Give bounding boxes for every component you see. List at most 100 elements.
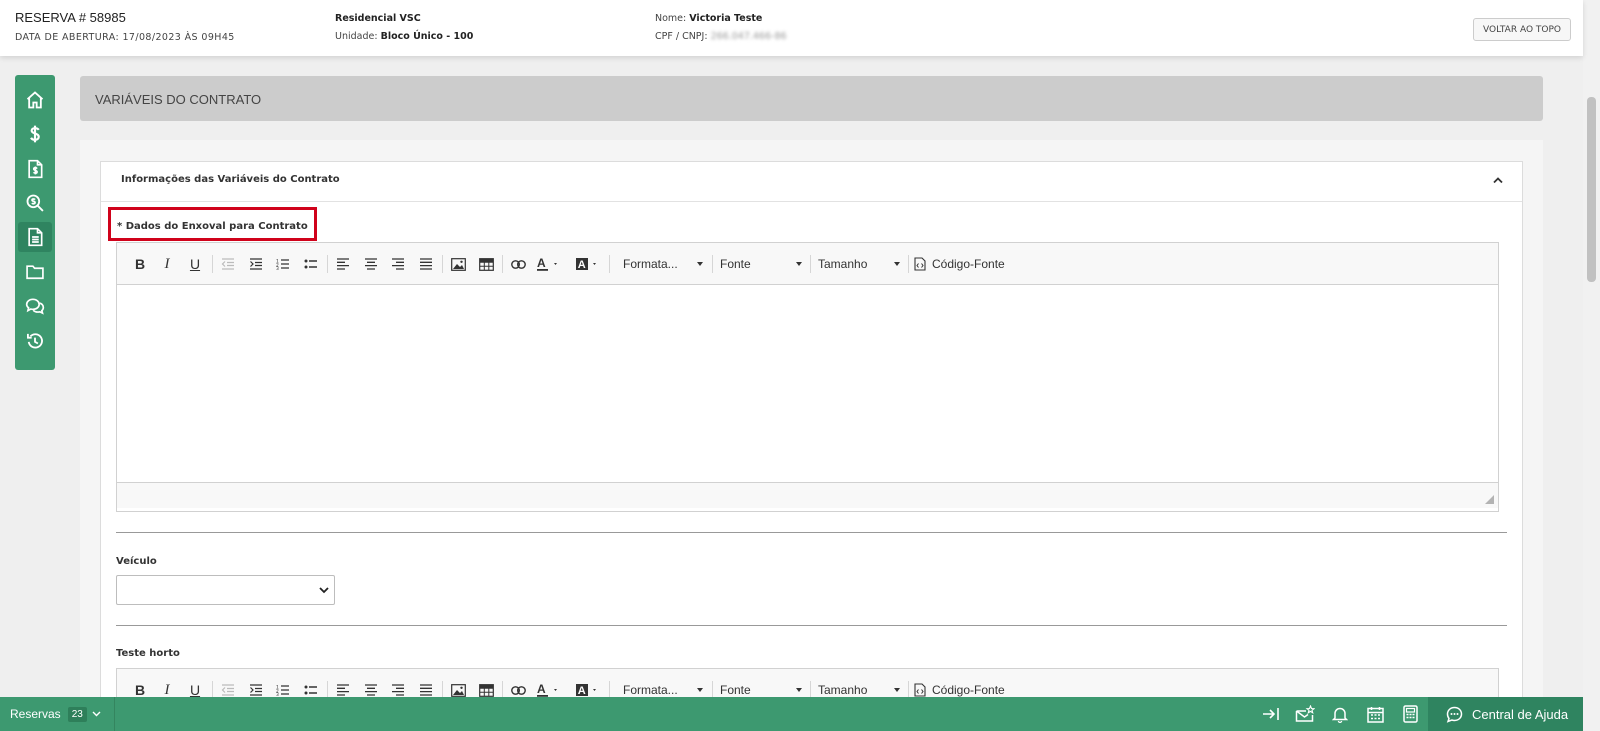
help-center-button[interactable]: Central de Ajuda [1428,697,1583,731]
vehicle-field-label: Veículo [116,556,157,567]
format-dropdown-label: Formata... [623,683,678,697]
source-code-label: Código-Fonte [932,257,1005,271]
doc-label: CPF / CNPJ: [655,31,708,42]
background-color-icon[interactable]: A [573,678,605,697]
search-dollar-icon[interactable] [18,188,52,218]
toolbar-separator [442,681,443,697]
link-icon[interactable] [506,252,530,276]
project-info: Residencial VSC Unidade: Bloco Único - 1… [335,10,473,46]
name-value: Victoria Teste [689,13,763,24]
outdent-icon[interactable] [216,678,240,697]
editor-toolbar: B I U 123 A A Formata... Fonte Tamanho C… [117,243,1498,285]
card-divider [101,201,1522,202]
chevron-up-icon[interactable] [1493,172,1503,188]
toolbar-separator [502,681,503,697]
format-dropdown-label: Formata... [623,257,678,271]
justify-icon[interactable] [414,678,438,697]
bullet-list-icon[interactable] [299,252,323,276]
editor-footer [117,482,1498,508]
rich-text-editor-trousseau: B I U 123 A A Formata... Fonte Tamanho C… [116,242,1499,512]
format-dropdown[interactable]: Formata... [623,254,707,274]
test-horto-field-label: Teste horto [116,648,180,659]
size-dropdown[interactable]: Tamanho [818,254,904,274]
history-icon[interactable] [18,326,52,356]
svg-text:A: A [537,257,546,270]
align-center-icon[interactable] [359,252,383,276]
calendar-icon[interactable] [1364,704,1386,724]
home-icon[interactable] [18,85,52,115]
calculator-icon[interactable] [1399,704,1421,724]
indent-icon[interactable] [244,252,268,276]
chevron-down-icon [894,262,900,266]
chevron-down-icon [697,688,703,692]
align-center-icon[interactable] [359,678,383,697]
chat-icon[interactable] [18,291,52,321]
background-color-icon[interactable]: A [573,252,605,276]
editor-toolbar: B I U 123 A A Formata... Fonte Tamanho C… [117,669,1498,697]
card-title: Informações das Variáveis do Contrato [121,174,340,185]
justify-icon[interactable] [414,252,438,276]
font-dropdown[interactable]: Fonte [720,680,806,697]
reservas-label: Reservas [10,707,61,721]
image-icon[interactable] [446,678,470,697]
toolbar-separator [609,681,610,697]
folder-icon[interactable] [18,257,52,287]
toolbar-separator [212,255,213,273]
svg-text:A: A [578,685,586,697]
image-icon[interactable] [446,252,470,276]
format-dropdown[interactable]: Formata... [623,680,707,697]
reservas-count-badge: 23 [67,706,87,722]
outdent-icon[interactable] [216,252,240,276]
numbered-list-icon[interactable]: 123 [271,678,295,697]
invoice-icon[interactable] [18,154,52,184]
text-color-icon[interactable]: A [534,252,566,276]
page-scrollbar[interactable] [1583,0,1600,731]
text-color-icon[interactable]: A [534,678,566,697]
back-to-top-button[interactable]: VOLTAR AO TOPO [1473,18,1571,41]
size-dropdown-label: Tamanho [818,683,868,697]
bell-icon[interactable] [1329,704,1351,724]
client-info: Nome: Victoria Teste CPF / CNPJ: 266.047… [655,10,787,46]
underline-button[interactable]: U [183,252,207,276]
side-nav [15,75,55,370]
align-right-icon[interactable] [386,678,410,697]
rich-text-editor-test-horto: B I U 123 A A Formata... Fonte Tamanho C… [116,668,1499,697]
source-code-button[interactable]: Código-Fonte [914,254,1005,274]
resize-handle-icon[interactable] [1485,495,1494,504]
source-code-icon [914,683,926,697]
source-code-button[interactable]: Código-Fonte [914,680,1005,697]
trousseau-field-label: * Dados do Enxoval para Contrato [117,221,308,232]
bold-button[interactable]: B [128,678,152,697]
align-left-icon[interactable] [331,678,355,697]
toolbar-separator [712,255,713,273]
svg-text:3: 3 [276,692,279,696]
link-icon[interactable] [506,678,530,697]
mail-star-icon[interactable] [1294,704,1316,724]
font-dropdown[interactable]: Fonte [720,254,806,274]
size-dropdown[interactable]: Tamanho [818,680,904,697]
bottom-bar: Reservas 23 Central de Ajuda [0,697,1583,731]
align-left-icon[interactable] [331,252,355,276]
indent-icon[interactable] [244,678,268,697]
chevron-down-icon [894,688,900,692]
italic-button[interactable]: I [155,252,179,276]
italic-button[interactable]: I [155,678,179,698]
document-icon[interactable] [18,222,52,252]
dollar-icon[interactable] [18,119,52,149]
table-icon[interactable] [474,252,498,276]
bullet-list-icon[interactable] [299,678,323,697]
svg-text:3: 3 [276,266,279,270]
vehicle-select[interactable] [116,575,335,605]
bold-button[interactable]: B [128,252,152,276]
svg-text:A: A [537,683,546,696]
table-icon[interactable] [474,678,498,697]
numbered-list-icon[interactable]: 123 [271,252,295,276]
editor-content-area[interactable] [117,285,1498,482]
svg-text:A: A [578,259,586,271]
toolbar-separator [810,255,811,273]
align-right-icon[interactable] [386,252,410,276]
underline-button[interactable]: U [183,678,207,697]
collapse-right-icon[interactable] [1260,704,1282,724]
reservas-toggle[interactable]: Reservas 23 [0,697,115,731]
scrollbar-thumb[interactable] [1587,97,1596,282]
